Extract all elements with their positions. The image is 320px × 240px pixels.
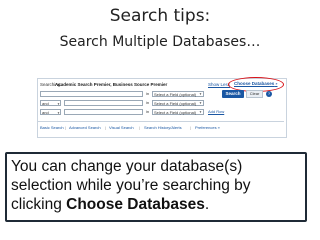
- chevron-down-icon: ▼: [199, 110, 202, 114]
- in-label: in: [146, 91, 150, 96]
- help-icon[interactable]: ?: [266, 91, 272, 97]
- tab-search-history[interactable]: Search History/Alerts: [144, 125, 182, 130]
- tab-basic-search[interactable]: Basic Search: [40, 125, 64, 130]
- field-select-1[interactable]: Select a Field (optional) ▼: [152, 91, 204, 97]
- search-row-1: in Select a Field (optional) ▼ Search Cl…: [40, 90, 284, 99]
- caption-emphasis: Choose Databases: [66, 196, 205, 213]
- tab-separator: |: [65, 125, 67, 130]
- tab-preferences[interactable]: Preferences »: [195, 125, 220, 130]
- search-tabs: Basic Search | Advanced Search | Visual …: [38, 121, 284, 131]
- search-row-3: and ▼ in Select a Field (optional) ▼ Add…: [40, 109, 284, 117]
- chevron-right-icon: »: [275, 82, 278, 86]
- slide-subtitle: Search Multiple Databases…: [59, 34, 261, 50]
- in-label: in: [146, 100, 150, 105]
- field-select-value: Select a Field (optional): [154, 92, 197, 97]
- tab-separator: |: [139, 125, 141, 130]
- chevron-down-icon: ▼: [57, 111, 60, 115]
- chevron-down-icon: ▼: [57, 102, 60, 106]
- operator-select-2[interactable]: and ▼: [40, 100, 61, 106]
- tab-visual-search[interactable]: Visual Search: [109, 125, 134, 130]
- choose-databases-label: Choose Databases: [234, 81, 275, 86]
- field-select-3[interactable]: Select a Field (optional) ▼: [152, 109, 204, 115]
- tab-advanced-search[interactable]: Advanced Search: [69, 125, 101, 130]
- tab-separator: |: [105, 125, 107, 130]
- search-panel-screenshot: Searching: Academic Search Premier, Busi…: [37, 77, 287, 138]
- clear-button[interactable]: Clear: [246, 90, 263, 98]
- search-input-2[interactable]: [64, 100, 143, 106]
- operator-value: and: [42, 110, 49, 115]
- selected-databases: Academic Search Premier, Business Source…: [55, 82, 168, 87]
- operator-value: and: [42, 101, 49, 106]
- tab-separator: |: [190, 125, 192, 130]
- search-row-2: and ▼ in Select a Field (optional) ▼: [40, 100, 284, 108]
- operator-select-3[interactable]: and ▼: [40, 109, 61, 115]
- slide-title: Search tips:: [109, 6, 211, 26]
- searching-row: Searching: Academic Search Premier, Busi…: [40, 77, 284, 92]
- caption-end: .: [204, 196, 210, 213]
- choose-databases-link[interactable]: Choose Databases »: [234, 81, 277, 86]
- tip-caption-box: You can change your database(s) selectio…: [5, 152, 307, 222]
- search-input-1[interactable]: [40, 91, 143, 97]
- search-input-3[interactable]: [64, 109, 143, 115]
- chevron-down-icon: ▼: [199, 92, 202, 96]
- chevron-down-icon: ▼: [199, 101, 202, 105]
- field-select-value: Select a Field (optional): [154, 101, 197, 106]
- show-less-link[interactable]: Show Less: [208, 82, 230, 87]
- field-select-2[interactable]: Select a Field (optional) ▼: [152, 100, 204, 106]
- add-row-link[interactable]: Add Row: [208, 109, 224, 114]
- field-select-value: Select a Field (optional): [154, 110, 197, 115]
- in-label: in: [146, 109, 150, 114]
- search-button[interactable]: Search: [222, 90, 244, 98]
